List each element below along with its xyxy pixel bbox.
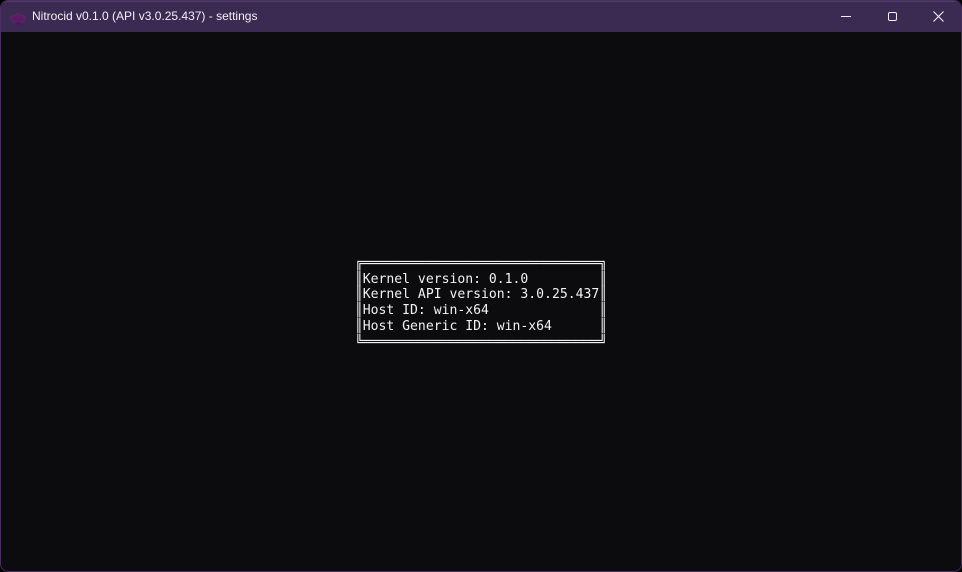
minimize-icon (841, 16, 851, 17)
minimize-button[interactable] (823, 1, 869, 32)
maximize-icon (888, 12, 897, 21)
window-title: Nitrocid v0.1.0 (API v3.0.25.437) - sett… (32, 1, 257, 32)
kernel-info-box: ╔══════════════════════════════╗ ║Kernel… (355, 256, 607, 350)
maximize-button[interactable] (869, 1, 915, 32)
terminal-screen: ╔══════════════════════════════╗ ║Kernel… (1, 32, 961, 572)
close-button[interactable] (915, 1, 961, 32)
app-window: Nitrocid v0.1.0 (API v3.0.25.437) - sett… (0, 0, 962, 572)
caption-buttons (823, 1, 961, 32)
titlebar[interactable]: Nitrocid v0.1.0 (API v3.0.25.437) - sett… (1, 1, 961, 32)
nitrocid-logo-icon (9, 8, 27, 26)
close-icon (933, 11, 944, 22)
